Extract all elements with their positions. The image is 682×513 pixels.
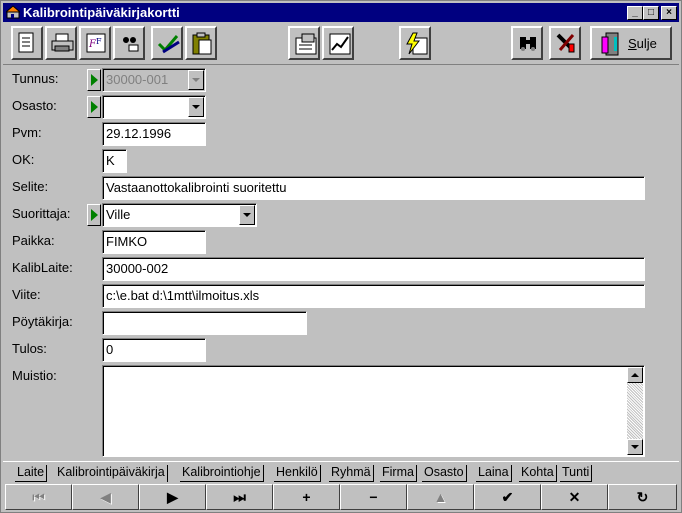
tab-henkilo[interactable]: Henkilö [274, 465, 321, 482]
tunnus-combo[interactable]: 30000-001 [102, 68, 206, 92]
print-button[interactable] [45, 26, 77, 60]
chevron-down-icon[interactable] [188, 70, 204, 90]
lightning-form-icon [406, 32, 428, 55]
tab-kalibrointiohje[interactable]: Kalibrointiohje [180, 465, 264, 482]
muistio-memo[interactable] [102, 365, 645, 457]
label-kalib: KalibLaite: [12, 260, 73, 275]
report-icon [295, 33, 317, 55]
tab-tunti[interactable]: Tunti [560, 465, 593, 482]
scroll-down-icon[interactable] [627, 439, 643, 455]
app-window: Kalibrointipäiväkirjakortti _ □ × F F Su… [0, 0, 682, 513]
binoculars-icon [520, 37, 536, 51]
toolbar: F F Sulje [3, 23, 679, 65]
label-pvm: Pvm: [12, 125, 42, 140]
label-selite: Selite: [12, 179, 49, 194]
chart-button[interactable] [322, 26, 354, 60]
tab-strip: Laite Kalibrointipäiväkirja Kalibrointio… [3, 461, 679, 483]
close-window-button[interactable]: × [661, 6, 677, 20]
window-title: Kalibrointipäiväkirjakortti [23, 5, 180, 20]
ok-field[interactable]: K [102, 149, 127, 173]
label-viite: Viite: [12, 287, 41, 302]
record-navigator: ⏮ ◀ ▶ ⏭ + − ▲ ✔ ✕ ↻ [3, 484, 679, 510]
minimize-button[interactable]: _ [627, 6, 643, 20]
kalib-field[interactable]: 30000-002 [102, 257, 645, 281]
close-form-label: Sulje [628, 36, 657, 51]
form-icon [18, 32, 34, 53]
nav-next-button[interactable]: ▶ [139, 484, 206, 510]
tab-osasto[interactable]: Osasto [422, 465, 467, 482]
tools-icon [556, 33, 575, 53]
app-icon [6, 5, 20, 19]
nav-edit-button[interactable]: ▲ [407, 484, 474, 510]
label-muistio: Muistio: [12, 368, 57, 383]
check-edit-button[interactable] [151, 26, 183, 60]
svg-text:F: F [96, 37, 102, 46]
tab-laina[interactable]: Laina [476, 465, 512, 482]
printer-icon [51, 33, 74, 52]
clipboard-button[interactable] [185, 26, 217, 60]
font-button[interactable]: F F [79, 26, 111, 60]
chart-icon [329, 33, 351, 55]
label-paikka: Paikka: [12, 233, 55, 248]
suorittaja-value: Ville [106, 207, 131, 222]
door-exit-icon [601, 32, 619, 56]
chevron-down-icon[interactable] [239, 205, 255, 225]
tools-button[interactable] [549, 26, 581, 60]
form-view-button[interactable] [11, 26, 43, 60]
label-tunnus: Tunnus: [12, 71, 59, 86]
tulos-field[interactable]: 0 [102, 338, 206, 362]
label-ok: OK: [12, 152, 35, 167]
filter-button[interactable] [113, 26, 145, 60]
nav-insert-button[interactable]: + [273, 484, 340, 510]
check-edit-icon [157, 35, 180, 54]
tab-kalibrointipaivakirja[interactable]: Kalibrointipäiväkirja [55, 465, 168, 482]
memo-scrollbar[interactable] [627, 367, 643, 455]
lookup-suorittaja-button[interactable] [87, 204, 101, 226]
font-icon: F F [86, 33, 106, 53]
nav-delete-button[interactable]: − [340, 484, 407, 510]
nav-refresh-button[interactable]: ↻ [608, 484, 677, 510]
close-form-button[interactable]: Sulje [590, 26, 672, 60]
tunnus-value: 30000-001 [106, 72, 169, 87]
filter-icon [123, 37, 139, 52]
tab-ryhma[interactable]: Ryhmä [329, 465, 374, 482]
lookup-tunnus-button[interactable] [87, 69, 101, 91]
clipboard-icon [192, 32, 212, 55]
find-button[interactable] [511, 26, 543, 60]
viite-field[interactable]: c:\e.bat d:\1mtt\ilmoitus.xls [102, 284, 645, 308]
poytakirja-field[interactable] [102, 311, 307, 335]
chevron-down-icon[interactable] [188, 97, 204, 117]
suorittaja-combo[interactable]: Ville [102, 203, 257, 227]
paikka-field[interactable]: FIMKO [102, 230, 206, 254]
scroll-up-icon[interactable] [627, 367, 643, 383]
form-area: Tunnus: 30000-001 Osasto: Pvm: 29.12.199… [1, 65, 682, 461]
label-osasto: Osasto: [12, 98, 57, 113]
nav-cancel-button[interactable]: ✕ [541, 484, 608, 510]
tab-firma[interactable]: Firma [380, 465, 417, 482]
osasto-combo[interactable] [102, 95, 206, 119]
label-suorittaja: Suorittaja: [12, 206, 71, 221]
nav-first-button[interactable]: ⏮ [5, 484, 72, 510]
maximize-button[interactable]: □ [643, 6, 659, 20]
lightning-form-button[interactable] [399, 26, 431, 60]
tab-kohta[interactable]: Kohta [519, 465, 557, 482]
pvm-field[interactable]: 29.12.1996 [102, 122, 206, 146]
lookup-osasto-button[interactable] [87, 96, 101, 118]
tab-laite[interactable]: Laite [15, 465, 48, 482]
nav-last-button[interactable]: ⏭ [206, 484, 273, 510]
label-poytakirja: Pöytäkirja: [12, 314, 73, 329]
title-bar: Kalibrointipäiväkirjakortti _ □ × [3, 3, 679, 22]
report-button[interactable] [288, 26, 320, 60]
label-tulos: Tulos: [12, 341, 47, 356]
nav-prior-button[interactable]: ◀ [72, 484, 139, 510]
nav-post-button[interactable]: ✔ [474, 484, 541, 510]
selite-field[interactable]: Vastaanottokalibrointi suoritettu [102, 176, 645, 200]
